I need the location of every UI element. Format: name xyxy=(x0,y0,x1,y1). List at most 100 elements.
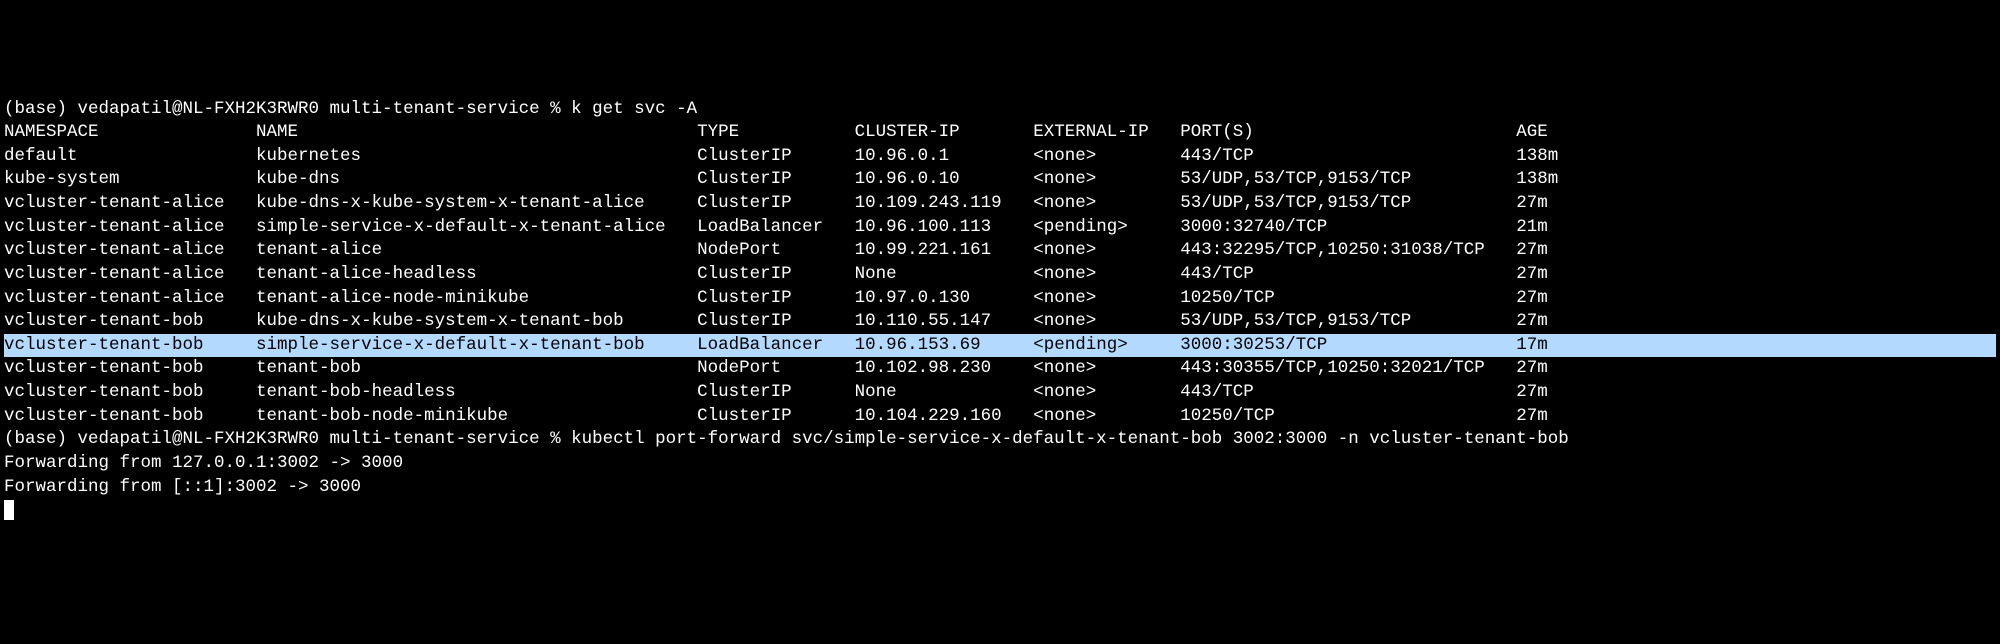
col-type: LoadBalancer xyxy=(697,217,855,237)
col-age: 21m xyxy=(1516,217,1548,237)
col-age: 27m xyxy=(1516,358,1548,378)
table-row: vcluster-tenant-alice kube-dns-x-kube-sy… xyxy=(4,192,1996,216)
col-type-header: TYPE xyxy=(697,122,855,142)
col-age: 27m xyxy=(1516,406,1548,426)
col-clusterip: None xyxy=(855,382,1034,402)
prompt-line-1: (base) vedapatil@NL-FXH2K3RWR0 multi-ten… xyxy=(4,98,1996,122)
table-row: vcluster-tenant-alice simple-service-x-d… xyxy=(4,216,1996,240)
col-type: ClusterIP xyxy=(697,146,855,166)
col-externalip-header: EXTERNAL-IP xyxy=(1033,122,1180,142)
table-row: vcluster-tenant-bob tenant-bob-headless … xyxy=(4,381,1996,405)
table-row: vcluster-tenant-bob kube-dns-x-kube-syst… xyxy=(4,310,1996,334)
col-ports: 53/UDP,53/TCP,9153/TCP xyxy=(1180,169,1516,189)
col-ports: 53/UDP,53/TCP,9153/TCP xyxy=(1180,311,1516,331)
shell-prompt: (base) vedapatil@NL-FXH2K3RWR0 multi-ten… xyxy=(4,429,571,449)
col-name: tenant-alice-node-minikube xyxy=(256,288,697,308)
col-ports: 3000:30253/TCP xyxy=(1180,335,1516,355)
col-type: ClusterIP xyxy=(697,406,855,426)
command-text: kubectl port-forward svc/simple-service-… xyxy=(571,429,1569,449)
col-age: 27m xyxy=(1516,240,1548,260)
col-age: 27m xyxy=(1516,382,1548,402)
col-ports: 53/UDP,53/TCP,9153/TCP xyxy=(1180,193,1516,213)
col-age: 27m xyxy=(1516,193,1548,213)
col-age: 27m xyxy=(1516,288,1548,308)
col-namespace: vcluster-tenant-alice xyxy=(4,217,256,237)
col-type: ClusterIP xyxy=(697,169,855,189)
col-type: ClusterIP xyxy=(697,288,855,308)
table-row: vcluster-tenant-bob tenant-bob-node-mini… xyxy=(4,405,1996,429)
col-externalip: <pending> xyxy=(1033,335,1180,355)
col-externalip: <none> xyxy=(1033,288,1180,308)
col-clusterip: 10.102.98.230 xyxy=(855,358,1034,378)
col-namespace: kube-system xyxy=(4,169,256,189)
col-externalip: <none> xyxy=(1033,311,1180,331)
col-age-header: AGE xyxy=(1516,122,1548,142)
col-clusterip: None xyxy=(855,264,1034,284)
col-name: simple-service-x-default-x-tenant-alice xyxy=(256,217,697,237)
col-clusterip: 10.99.221.161 xyxy=(855,240,1034,260)
col-name: tenant-bob-headless xyxy=(256,382,697,402)
col-ports: 10250/TCP xyxy=(1180,288,1516,308)
col-namespace: vcluster-tenant-bob xyxy=(4,311,256,331)
output-line: Forwarding from [::1]:3002 -> 3000 xyxy=(4,476,1996,500)
output-line: Forwarding from 127.0.0.1:3002 -> 3000 xyxy=(4,452,1996,476)
col-name: simple-service-x-default-x-tenant-bob xyxy=(256,335,697,355)
col-namespace: default xyxy=(4,146,256,166)
col-namespace: vcluster-tenant-alice xyxy=(4,240,256,260)
table-row: vcluster-tenant-bob simple-service-x-def… xyxy=(4,334,1996,358)
col-externalip: <none> xyxy=(1033,193,1180,213)
table-row: vcluster-tenant-bob tenant-bob NodePort … xyxy=(4,357,1996,381)
col-clusterip: 10.97.0.130 xyxy=(855,288,1034,308)
col-age: 27m xyxy=(1516,264,1548,284)
col-name: tenant-bob-node-minikube xyxy=(256,406,697,426)
col-type: ClusterIP xyxy=(697,382,855,402)
col-age: 138m xyxy=(1516,146,1558,166)
col-age: 27m xyxy=(1516,311,1548,331)
col-namespace: vcluster-tenant-bob xyxy=(4,335,256,355)
table-row: vcluster-tenant-alice tenant-alice NodeP… xyxy=(4,239,1996,263)
col-namespace: vcluster-tenant-alice xyxy=(4,288,256,308)
col-name: kube-dns-x-kube-system-x-tenant-bob xyxy=(256,311,697,331)
col-type: ClusterIP xyxy=(697,311,855,331)
col-namespace-header: NAMESPACE xyxy=(4,122,256,142)
table-row: default kubernetes ClusterIP 10.96.0.1 <… xyxy=(4,145,1996,169)
col-namespace: vcluster-tenant-bob xyxy=(4,358,256,378)
col-externalip: <pending> xyxy=(1033,217,1180,237)
col-type: NodePort xyxy=(697,240,855,260)
col-ports: 443/TCP xyxy=(1180,382,1516,402)
col-clusterip: 10.110.55.147 xyxy=(855,311,1034,331)
col-namespace: vcluster-tenant-alice xyxy=(4,193,256,213)
col-externalip: <none> xyxy=(1033,146,1180,166)
col-name: tenant-alice xyxy=(256,240,697,260)
cursor-line xyxy=(4,499,1996,523)
prompt-line-2: (base) vedapatil@NL-FXH2K3RWR0 multi-ten… xyxy=(4,428,1996,452)
col-externalip: <none> xyxy=(1033,169,1180,189)
shell-prompt: (base) vedapatil@NL-FXH2K3RWR0 multi-ten… xyxy=(4,99,571,119)
col-externalip: <none> xyxy=(1033,406,1180,426)
col-ports-header: PORT(S) xyxy=(1180,122,1516,142)
col-ports: 3000:32740/TCP xyxy=(1180,217,1516,237)
table-header: NAMESPACE NAME TYPE CLUSTER-IP EXTERNAL-… xyxy=(4,121,1996,145)
col-clusterip: 10.109.243.119 xyxy=(855,193,1034,213)
col-clusterip: 10.104.229.160 xyxy=(855,406,1034,426)
command-text: k get svc -A xyxy=(571,99,697,119)
table-row: vcluster-tenant-alice tenant-alice-node-… xyxy=(4,287,1996,311)
col-namespace: vcluster-tenant-alice xyxy=(4,264,256,284)
col-clusterip: 10.96.100.113 xyxy=(855,217,1034,237)
col-ports: 443:32295/TCP,10250:31038/TCP xyxy=(1180,240,1516,260)
col-name: kube-dns-x-kube-system-x-tenant-alice xyxy=(256,193,697,213)
col-age: 138m xyxy=(1516,169,1558,189)
col-ports: 443:30355/TCP,10250:32021/TCP xyxy=(1180,358,1516,378)
cursor-icon xyxy=(4,500,14,520)
col-namespace: vcluster-tenant-bob xyxy=(4,382,256,402)
table-row: kube-system kube-dns ClusterIP 10.96.0.1… xyxy=(4,168,1996,192)
col-externalip: <none> xyxy=(1033,264,1180,284)
col-externalip: <none> xyxy=(1033,382,1180,402)
col-age: 17m xyxy=(1516,335,1548,355)
col-name: tenant-alice-headless xyxy=(256,264,697,284)
col-ports: 443/TCP xyxy=(1180,264,1516,284)
col-clusterip: 10.96.0.10 xyxy=(855,169,1034,189)
col-clusterip-header: CLUSTER-IP xyxy=(855,122,1034,142)
terminal-output[interactable]: (base) vedapatil@NL-FXH2K3RWR0 multi-ten… xyxy=(4,98,1996,523)
col-name: kubernetes xyxy=(256,146,697,166)
